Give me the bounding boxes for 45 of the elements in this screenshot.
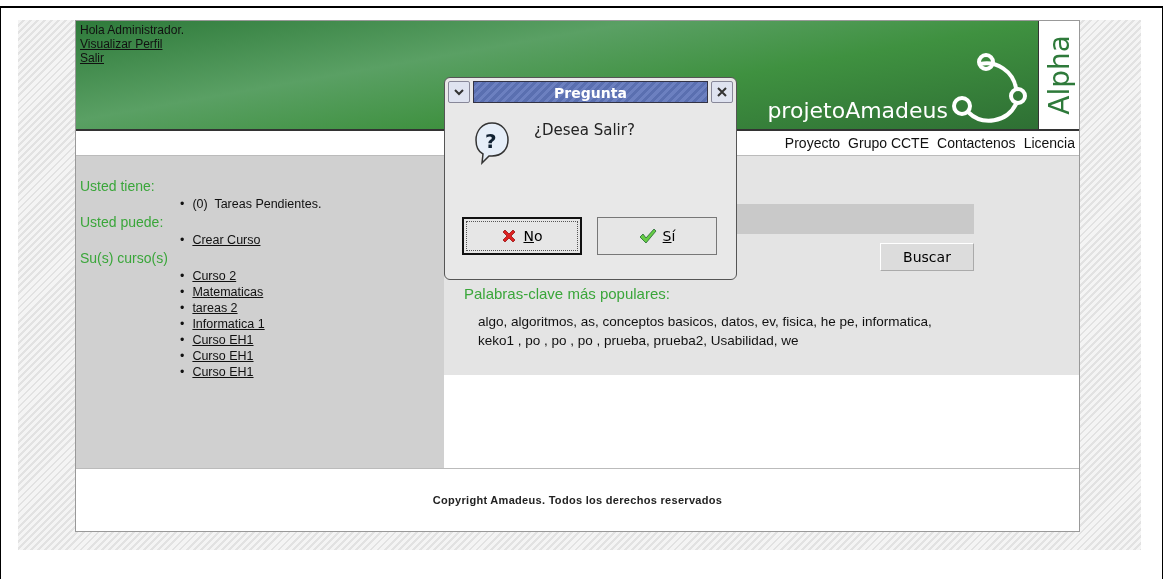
nav-link[interactable]: Proyecto	[784, 135, 841, 151]
keywords-heading: Palabras-clave más populares:	[464, 285, 671, 302]
nav-link[interactable]: Grupo CCTE	[848, 135, 929, 151]
close-button[interactable]	[711, 81, 733, 103]
bullet-marker: •	[180, 364, 185, 380]
bullet-marker: •	[180, 196, 185, 212]
nav-link[interactable]: Contactenos	[937, 135, 1016, 151]
menu-button[interactable]	[448, 81, 470, 103]
course-link[interactable]: Curso EH1	[192, 332, 254, 348]
bullet-marker: •	[180, 316, 185, 332]
course-link[interactable]: Curso EH1	[192, 364, 254, 380]
course-link[interactable]: Matematicas	[192, 284, 264, 300]
nav-link[interactable]: Licencia	[1023, 135, 1075, 151]
section-heading: Usted puede:	[80, 214, 165, 230]
bullet-marker: •	[180, 332, 185, 348]
bullet-marker: •	[180, 268, 185, 284]
chevron-down-icon	[454, 88, 464, 96]
no-button[interactable]: No	[462, 217, 582, 255]
dialog-title: Pregunta	[473, 81, 708, 103]
keywords-text: algo, algoritmos, as, conceptos basicos, datos, ev, fisica, he pe, informatica, keko1 , po , po , po , prueba, prueba2, Usabilidad, we	[478, 313, 933, 350]
section-heading: Usted tiene:	[80, 178, 156, 194]
checkmark-icon	[638, 228, 657, 244]
cross-icon	[501, 228, 518, 244]
bullet-marker: •	[180, 300, 185, 316]
dialog-message: ¿Desea Salir?	[534, 121, 635, 141]
bullet-marker: •	[180, 348, 185, 364]
copyright-text: Copyright Amadeus. Todos los derechos reservados	[432, 494, 723, 506]
bullet-marker: •	[180, 284, 185, 300]
course-link[interactable]: Crear Curso	[192, 232, 261, 248]
header-link[interactable]: Visualizar Perfil	[80, 37, 764, 51]
yes-button[interactable]: Sí	[597, 217, 717, 255]
course-link[interactable]: Informatica 1	[192, 316, 265, 332]
section-heading: Su(s) curso(s)	[80, 250, 169, 266]
alpha-label: Alpha	[1042, 35, 1076, 115]
course-link[interactable]: Curso 2	[192, 268, 237, 284]
course-link[interactable]: tareas 2	[192, 300, 238, 316]
course-link[interactable]: Curso EH1	[192, 348, 254, 364]
question-bubble-icon: ?	[474, 121, 510, 165]
greeting-text: Hola Administrador.	[80, 23, 186, 37]
logo-text: projetoAmadeus	[767, 97, 948, 123]
search-button[interactable]: Buscar	[880, 243, 974, 271]
bullet-marker: •	[180, 232, 185, 248]
close-icon	[717, 87, 727, 97]
header-link[interactable]: Salir	[80, 51, 764, 65]
pending-tasks-text: (0) Tareas Pendientes.	[192, 196, 322, 212]
